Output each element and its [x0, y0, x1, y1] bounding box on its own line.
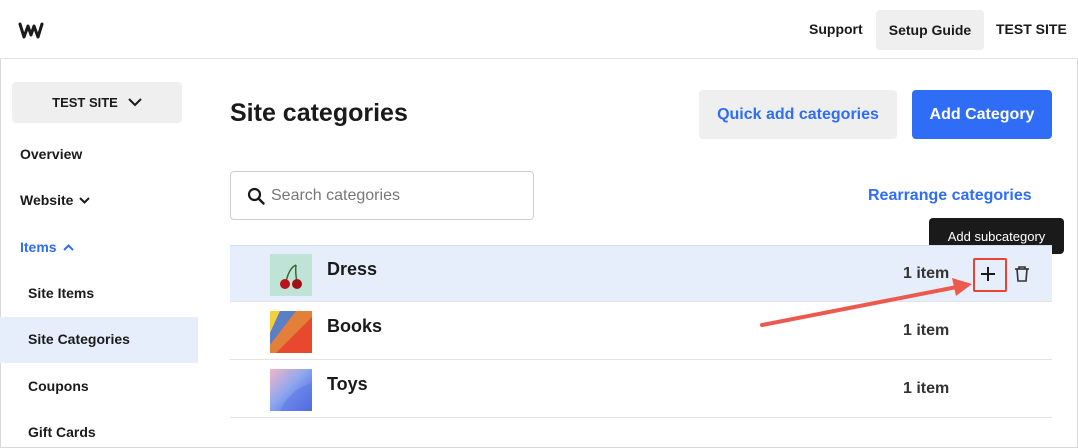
- sidebar-item-label: Website: [20, 192, 74, 208]
- chevron-down-icon: [128, 98, 142, 107]
- sidebar-item-site-categories[interactable]: Site Categories: [28, 331, 130, 347]
- search-icon: [247, 187, 265, 205]
- chevron-down-icon: [79, 196, 91, 204]
- sidebar-item-gift-cards[interactable]: Gift Cards: [28, 424, 96, 440]
- setup-guide-button[interactable]: Setup Guide: [876, 10, 984, 50]
- category-item-count: 1 item: [903, 265, 950, 282]
- sidebar-item-label: Overview: [20, 146, 83, 162]
- sidebar-item-site-items[interactable]: Site Items: [28, 285, 94, 301]
- table-row[interactable]: Dress 1 item: [230, 245, 1052, 302]
- quick-add-categories-button[interactable]: Quick add categories: [699, 90, 897, 139]
- site-switcher-label: TEST SITE: [52, 95, 118, 110]
- page-title: Site categories: [230, 99, 408, 127]
- add-category-button[interactable]: Add Category: [912, 90, 1052, 139]
- category-item-count: 1 item: [903, 322, 950, 339]
- table-row[interactable]: Books 1 item: [230, 303, 1052, 360]
- sidebar-item-coupons[interactable]: Coupons: [28, 378, 89, 394]
- chevron-up-icon: [62, 243, 74, 251]
- sidebar-item-overview[interactable]: Overview: [20, 146, 82, 162]
- site-switcher[interactable]: TEST SITE: [12, 82, 182, 123]
- category-item-count: 1 item: [903, 380, 950, 397]
- category-name[interactable]: Toys: [327, 374, 368, 395]
- site-name-link[interactable]: TEST SITE: [996, 21, 1067, 37]
- category-thumbnail: [270, 369, 312, 411]
- sidebar-item-items[interactable]: Items: [20, 239, 74, 255]
- category-thumbnail: [270, 254, 312, 296]
- sidebar-item-label: Items: [20, 239, 57, 255]
- table-row[interactable]: Toys 1 item: [230, 361, 1052, 418]
- category-name[interactable]: Books: [327, 316, 382, 337]
- support-link[interactable]: Support: [809, 21, 863, 37]
- search-box: [230, 171, 534, 220]
- sidebar-item-website[interactable]: Website: [20, 192, 91, 208]
- category-name[interactable]: Dress: [327, 259, 377, 280]
- annotation-highlight-box: [973, 258, 1007, 292]
- rearrange-categories-link[interactable]: Rearrange categories: [868, 187, 1032, 205]
- top-bar: Support Setup Guide TEST SITE: [0, 0, 1078, 59]
- category-thumbnail: [270, 311, 312, 353]
- trash-icon[interactable]: [1012, 264, 1032, 284]
- search-input[interactable]: [271, 172, 526, 219]
- weebly-logo-icon[interactable]: [18, 18, 44, 42]
